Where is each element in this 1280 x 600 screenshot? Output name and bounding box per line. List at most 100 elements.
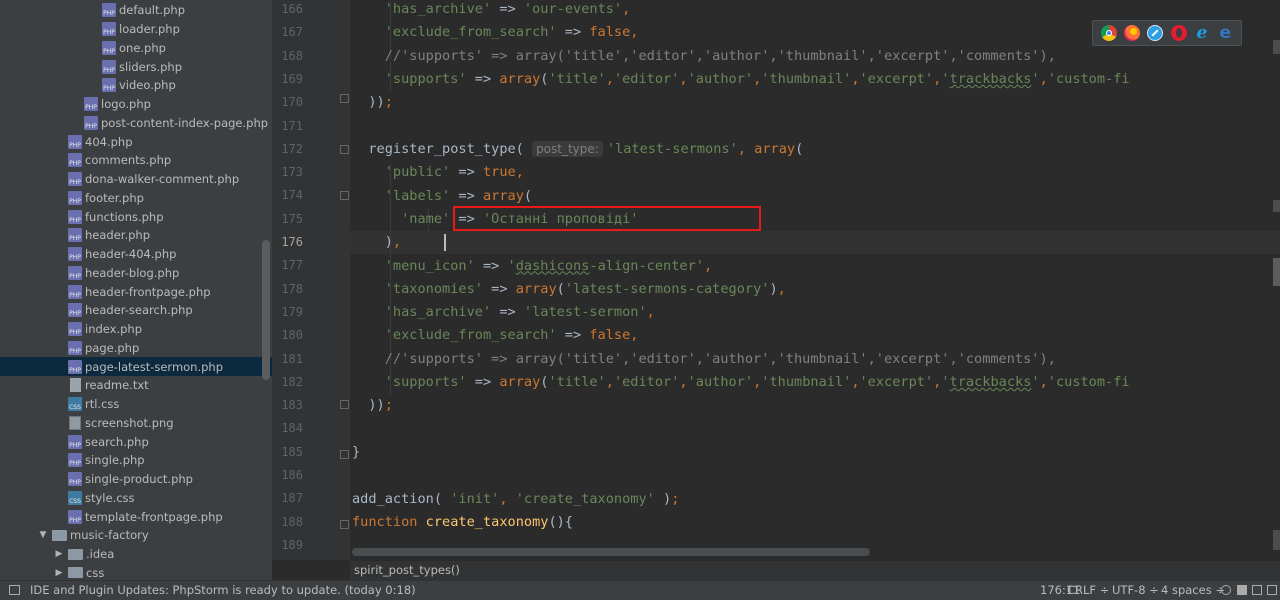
line-number[interactable]: 167 <box>272 21 352 44</box>
project-tree[interactable]: default.php loader.php one.php sliders.php v… <box>0 0 272 580</box>
tree-scrollbar[interactable] <box>262 240 270 380</box>
line-number[interactable]: 186 <box>272 464 352 487</box>
code-line-182[interactable]: 'supports' => array('title','editor','au… <box>352 371 1130 394</box>
code-line-185[interactable]: } <box>352 441 360 464</box>
tree-file[interactable]: logo.php <box>0 95 272 114</box>
code-line-173[interactable]: 'public' => true, <box>352 161 524 184</box>
tree-file[interactable]: header-search.php <box>0 301 272 320</box>
code-line-176[interactable]: ), <box>352 231 401 254</box>
tree-file[interactable]: default.php <box>0 1 272 20</box>
chevron-right-icon[interactable]: ▶ <box>54 568 64 578</box>
tree-file[interactable]: readme.txt <box>0 376 272 395</box>
fold-marker-icon[interactable] <box>340 145 349 154</box>
inspector-icon[interactable] <box>1252 585 1262 595</box>
fold-marker-icon[interactable] <box>340 191 349 200</box>
tree-file[interactable]: page-latest-sermon.php <box>0 357 272 377</box>
php-file-icon <box>68 172 82 187</box>
code-line-180[interactable]: 'exclude_from_search' => false, <box>352 324 639 347</box>
chevron-right-icon[interactable]: ▶ <box>54 549 64 559</box>
code-line-166[interactable]: 'has_archive' => 'our-events', <box>352 0 631 21</box>
code-line-174[interactable]: 'labels' => array( <box>352 185 532 208</box>
tree-file[interactable]: comments.php <box>0 151 272 170</box>
code-line-169[interactable]: 'supports' => array('title','editor','au… <box>352 68 1130 91</box>
fold-marker-icon[interactable] <box>340 520 349 529</box>
line-number[interactable]: 187 <box>272 487 352 510</box>
line-number[interactable]: 181 <box>272 348 352 371</box>
tree-file[interactable]: dona-walker-comment.php <box>0 170 272 189</box>
horizontal-scrollbar[interactable] <box>352 548 870 556</box>
tree-file[interactable]: screenshot.png <box>0 414 272 433</box>
tree-folder[interactable]: ▼ music-factory <box>0 526 272 545</box>
code-line-179[interactable]: 'has_archive' => 'latest-sermon', <box>352 301 655 324</box>
tree-file[interactable]: header.php <box>0 226 272 245</box>
tree-file[interactable]: single-product.php <box>0 470 272 489</box>
line-number[interactable]: 176 <box>272 231 352 254</box>
breadcrumb[interactable]: spirit_post_types() <box>354 563 460 577</box>
code-line-188[interactable]: function create_taxonomy(){ <box>352 511 573 534</box>
tree-file[interactable]: template-frontpage.php <box>0 507 272 526</box>
tree-folder[interactable]: ▶ css <box>0 564 272 581</box>
tree-file[interactable]: index.php <box>0 320 272 339</box>
safari-icon[interactable] <box>1147 25 1164 41</box>
fold-marker-icon[interactable] <box>340 450 349 459</box>
toggle-toolwindow-icon[interactable] <box>9 585 20 595</box>
line-number[interactable]: 175 <box>272 208 352 231</box>
line-number[interactable]: 182 <box>272 371 352 394</box>
line-separator[interactable]: CRLF ÷ <box>1067 583 1109 597</box>
git-icon[interactable] <box>1221 585 1231 595</box>
tree-file[interactable]: rtl.css <box>0 395 272 414</box>
fold-marker-icon[interactable] <box>340 94 349 103</box>
tree-file[interactable]: footer.php <box>0 189 272 208</box>
tree-file[interactable]: single.php <box>0 451 272 470</box>
php-file-icon <box>68 190 82 205</box>
tree-file[interactable]: video.php <box>0 76 272 95</box>
indent-setting[interactable]: 4 spaces ÷ <box>1161 583 1225 597</box>
tree-file[interactable]: 404.php <box>0 132 272 151</box>
line-number[interactable]: 177 <box>272 254 352 277</box>
code-line-183[interactable]: )); <box>352 394 393 417</box>
line-number[interactable]: 179 <box>272 301 352 324</box>
line-number[interactable]: 178 <box>272 278 352 301</box>
tree-file[interactable]: header-frontpage.php <box>0 282 272 301</box>
event-log-icon[interactable] <box>1267 585 1277 595</box>
tree-file[interactable]: functions.php <box>0 207 272 226</box>
code-line-167[interactable]: 'exclude_from_search' => false, <box>352 21 639 44</box>
status-message[interactable]: IDE and Plugin Updates: PhpStorm is read… <box>30 583 416 597</box>
code-line-178[interactable]: 'taxonomies' => array('latest-sermons-ca… <box>352 278 786 301</box>
code-line-168[interactable]: //'supports' => array('title','editor','… <box>352 45 1056 68</box>
edge-icon[interactable]: e <box>1217 25 1233 42</box>
tree-file[interactable]: page.php <box>0 339 272 358</box>
line-number[interactable]: 189 <box>272 534 352 557</box>
code-line-172[interactable]: register_post_type( post_type:'latest-se… <box>352 138 803 161</box>
code-line-181[interactable]: //'supports' => array('title','editor','… <box>352 348 1056 371</box>
vertical-scrollbar-thumb[interactable] <box>1273 258 1280 286</box>
line-number[interactable]: 173 <box>272 161 352 184</box>
line-number[interactable]: 180 <box>272 324 352 347</box>
file-encoding[interactable]: UTF-8 ÷ <box>1112 583 1159 597</box>
line-number[interactable]: 169 <box>272 68 352 91</box>
line-number[interactable]: 168 <box>272 45 352 68</box>
tree-file[interactable]: style.css <box>0 489 272 508</box>
tree-file[interactable]: search.php <box>0 432 272 451</box>
chevron-down-icon[interactable]: ▼ <box>38 530 48 540</box>
opera-icon[interactable] <box>1170 25 1187 41</box>
tree-file[interactable]: header-404.php <box>0 245 272 264</box>
tree-file[interactable]: loader.php <box>0 20 272 39</box>
line-number[interactable]: 171 <box>272 115 352 138</box>
code-line-187[interactable]: add_action( 'init', 'create_taxonomy' ); <box>352 488 679 511</box>
fold-marker-icon[interactable] <box>340 400 349 409</box>
tree-folder[interactable]: ▶ .idea <box>0 545 272 564</box>
ie-icon[interactable]: e <box>1194 25 1210 42</box>
code-line-170[interactable]: )); <box>352 91 393 114</box>
tree-file[interactable]: sliders.php <box>0 57 272 76</box>
tree-file[interactable]: post-content-index-page.php <box>0 114 272 133</box>
line-number[interactable]: 166 <box>272 0 352 21</box>
line-number[interactable]: 184 <box>272 417 352 440</box>
lock-icon[interactable] <box>1237 585 1247 595</box>
chrome-icon[interactable] <box>1100 25 1117 41</box>
tree-file[interactable]: header-blog.php <box>0 264 272 283</box>
line-number-text: 167 <box>281 25 303 40</box>
tree-file[interactable]: one.php <box>0 39 272 58</box>
code-line-177[interactable]: 'menu_icon' => 'dashicons-align-center', <box>352 255 712 278</box>
firefox-icon[interactable] <box>1123 25 1140 41</box>
